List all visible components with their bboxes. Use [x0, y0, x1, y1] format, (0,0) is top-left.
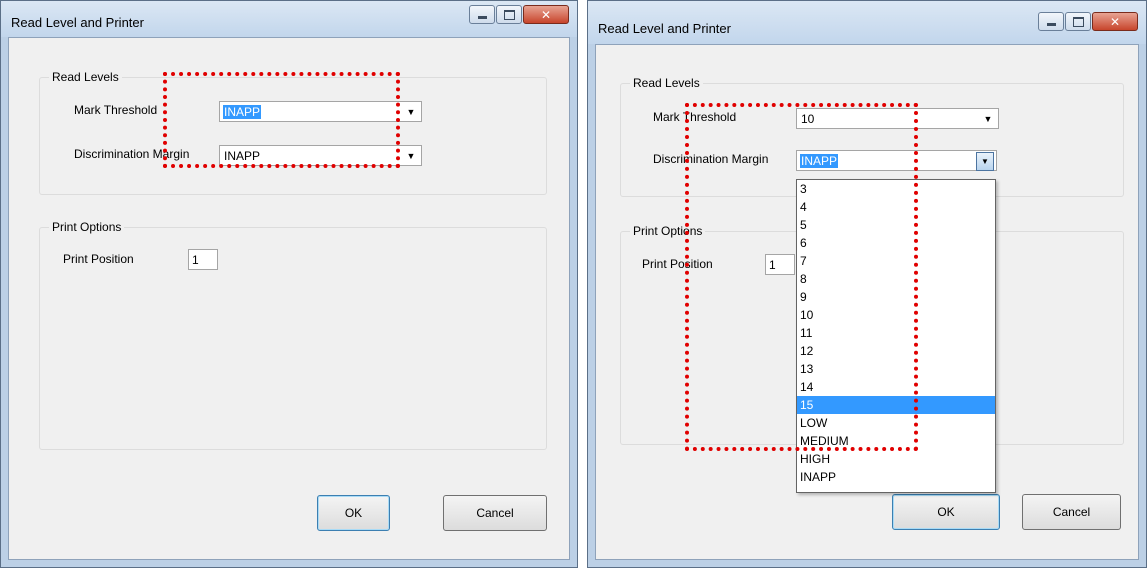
discrimination-margin-label: Discrimination Margin	[74, 147, 190, 161]
chevron-down-icon[interactable]: ▼	[403, 150, 419, 162]
dropdown-option[interactable]: 7	[797, 252, 995, 270]
dropdown-option[interactable]: HIGH	[797, 450, 995, 468]
discrimination-margin-combo[interactable]: INAPP ▼	[219, 145, 422, 166]
window-title: Read Level and Printer	[11, 15, 144, 30]
window-title: Read Level and Printer	[598, 21, 731, 36]
discrimination-margin-label: Discrimination Margin	[653, 152, 769, 166]
ok-button[interactable]: OK	[892, 494, 1000, 530]
print-options-label: Print Options	[49, 220, 125, 234]
read-levels-group: Read Levels	[39, 70, 547, 195]
cancel-button[interactable]: Cancel	[1022, 494, 1121, 530]
maximize-button[interactable]	[1065, 12, 1091, 31]
dropdown-option[interactable]: 11	[797, 324, 995, 342]
mark-threshold-label: Mark Threshold	[74, 103, 158, 117]
left-dialog-window: Read Level and Printer ✕ Read Levels Mar…	[0, 0, 578, 568]
print-position-value: 1	[192, 253, 199, 267]
print-position-value: 1	[769, 258, 776, 272]
maximize-icon	[1066, 13, 1090, 30]
dropdown-option[interactable]: 8	[797, 270, 995, 288]
mark-threshold-label: Mark Threshold	[653, 110, 737, 124]
right-dialog-window: Read Level and Printer ✕ Read Levels Mar…	[587, 0, 1147, 568]
read-levels-label: Read Levels	[630, 76, 703, 90]
dropdown-option[interactable]: 6	[797, 234, 995, 252]
dropdown-option[interactable]: 15	[797, 396, 995, 414]
close-button[interactable]: ✕	[523, 5, 569, 24]
print-options-label: Print Options	[630, 224, 706, 238]
dropdown-option[interactable]: 5	[797, 216, 995, 234]
mark-threshold-value: 10	[801, 112, 815, 126]
minimize-icon	[470, 6, 494, 23]
dropdown-option[interactable]: 10	[797, 306, 995, 324]
title-bar[interactable]: Read Level and Printer ✕	[1, 1, 577, 37]
discrimination-margin-dropdown-list[interactable]: 3 4 5 6 7 8 9 10 11 12 13 14 15 LOW MEDIUM HIGH INAPP	[796, 179, 996, 493]
mark-threshold-value: INAPP	[223, 105, 262, 119]
window-controls: ✕	[1037, 12, 1138, 31]
dropdown-option[interactable]: 4	[797, 198, 995, 216]
dropdown-option[interactable]: 13	[797, 360, 995, 378]
dialog-client-area: Read Levels Mark Threshold INAPP ▼ Discr…	[8, 37, 570, 560]
close-button[interactable]: ✕	[1092, 12, 1138, 31]
chevron-down-icon[interactable]: ▼	[403, 106, 419, 118]
print-position-label: Print Position	[642, 257, 713, 271]
chevron-down-icon[interactable]: ▼	[980, 113, 996, 125]
discrimination-margin-value: INAPP	[224, 149, 261, 163]
dropdown-option[interactable]: INAPP	[797, 468, 995, 486]
dropdown-option[interactable]: MEDIUM	[797, 432, 995, 450]
mark-threshold-combo[interactable]: 10 ▼	[796, 108, 999, 129]
window-controls: ✕	[468, 5, 569, 24]
minimize-button[interactable]	[1038, 12, 1064, 31]
maximize-button[interactable]	[496, 5, 522, 24]
dropdown-option[interactable]: 12	[797, 342, 995, 360]
minimize-icon	[1039, 13, 1063, 30]
discrimination-margin-combo[interactable]: INAPP ▼	[796, 150, 997, 171]
print-position-label: Print Position	[63, 252, 134, 266]
cancel-button[interactable]: Cancel	[443, 495, 547, 531]
print-position-input[interactable]: 1	[188, 249, 218, 270]
maximize-icon	[497, 6, 521, 23]
dropdown-option[interactable]: 9	[797, 288, 995, 306]
close-icon: ✕	[540, 7, 552, 22]
dropdown-option[interactable]: LOW	[797, 414, 995, 432]
read-levels-label: Read Levels	[49, 70, 122, 84]
minimize-button[interactable]	[469, 5, 495, 24]
mark-threshold-combo[interactable]: INAPP ▼	[219, 101, 422, 122]
dialog-client-area: Read Levels Mark Threshold 10 ▼ Discrimi…	[595, 44, 1139, 560]
title-bar[interactable]: Read Level and Printer ✕	[588, 1, 1146, 44]
dropdown-option[interactable]: 3	[797, 180, 995, 198]
discrimination-margin-value: INAPP	[800, 154, 839, 168]
chevron-down-icon[interactable]: ▼	[976, 152, 994, 171]
print-position-input[interactable]: 1	[765, 254, 795, 275]
close-icon: ✕	[1109, 14, 1121, 29]
ok-button[interactable]: OK	[317, 495, 390, 531]
dropdown-option[interactable]: 14	[797, 378, 995, 396]
